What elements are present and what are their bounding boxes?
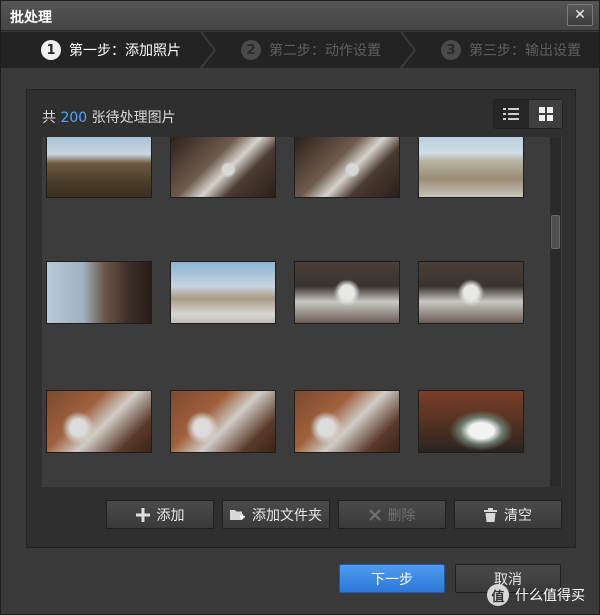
photo-thumbnail[interactable] bbox=[170, 390, 276, 453]
delete-button[interactable]: 删除 bbox=[338, 500, 446, 529]
step-wizard-bar: 1 第一步：添加照片 2 第二步：动作设置 3 第三步：输出设置 bbox=[1, 32, 599, 68]
grid-view-button[interactable] bbox=[528, 100, 562, 128]
add-folder-icon bbox=[230, 509, 245, 520]
add-folder-button-label: 添加文件夹 bbox=[252, 507, 322, 524]
scrollbar-thumb[interactable] bbox=[551, 215, 560, 249]
photo-thumbnail[interactable] bbox=[418, 137, 524, 198]
watermark: 值 什么值得买 bbox=[487, 584, 585, 606]
thumbnail-scrollbar[interactable] bbox=[550, 137, 561, 487]
grid-view-icon bbox=[538, 107, 553, 121]
add-button[interactable]: 添加 bbox=[106, 500, 214, 529]
photo-thumbnail[interactable] bbox=[46, 261, 152, 324]
list-view-icon bbox=[503, 108, 519, 120]
next-step-button[interactable]: 下一步 bbox=[339, 564, 445, 593]
pending-count-text: 共 200 张待处理图片 bbox=[42, 107, 176, 127]
photo-thumbnail[interactable] bbox=[46, 390, 152, 453]
step-3-number: 3 bbox=[441, 40, 461, 60]
step-separator-chevron-icon bbox=[400, 32, 417, 68]
photo-thumbnail[interactable] bbox=[418, 261, 524, 324]
step-separator-chevron-icon bbox=[200, 32, 217, 68]
photo-thumbnail[interactable] bbox=[294, 261, 400, 324]
list-view-button[interactable] bbox=[494, 100, 528, 128]
step-2-number: 2 bbox=[241, 40, 261, 60]
add-button-label: 添加 bbox=[156, 507, 185, 524]
photo-thumbnail[interactable] bbox=[418, 390, 524, 453]
photo-thumbnail[interactable] bbox=[294, 390, 400, 453]
count-prefix: 共 bbox=[42, 110, 56, 126]
clear-button-label: 清空 bbox=[504, 507, 532, 524]
window-title: 批处理 bbox=[10, 10, 52, 26]
delete-x-icon bbox=[368, 508, 381, 521]
step-3-output-settings[interactable]: 3 第三步：输出设置 bbox=[441, 32, 581, 68]
clear-button[interactable]: 清空 bbox=[454, 500, 562, 529]
title-bar[interactable]: 批处理 ✕ bbox=[1, 1, 599, 31]
photo-thumbnail[interactable] bbox=[294, 137, 400, 198]
close-button[interactable]: ✕ bbox=[567, 4, 593, 26]
photo-thumbnail[interactable] bbox=[46, 137, 152, 198]
watermark-logo: 值 bbox=[487, 584, 509, 606]
count-suffix: 张待处理图片 bbox=[91, 110, 176, 126]
photo-thumbnail[interactable] bbox=[170, 261, 276, 324]
view-mode-toggle bbox=[493, 99, 563, 129]
photo-list-panel: 共 200 张待处理图片 bbox=[26, 89, 576, 548]
delete-button-label: 删除 bbox=[387, 507, 416, 524]
step-1-number: 1 bbox=[41, 40, 61, 60]
trash-icon bbox=[484, 507, 497, 522]
add-folder-button[interactable]: 添加文件夹 bbox=[222, 500, 330, 529]
step-3-label: 第三步：输出设置 bbox=[469, 43, 581, 59]
batch-process-window: 批处理 ✕ 1 第一步：添加照片 2 第二步：动作设置 3 第三步：输出设置 共… bbox=[0, 0, 600, 615]
watermark-text: 什么值得买 bbox=[515, 588, 585, 604]
step-1-add-photos[interactable]: 1 第一步：添加照片 bbox=[41, 32, 181, 68]
step-2-action-settings[interactable]: 2 第二步：动作设置 bbox=[241, 32, 381, 68]
pending-count: 200 bbox=[60, 110, 88, 126]
plus-icon bbox=[135, 507, 150, 522]
next-step-label: 下一步 bbox=[371, 571, 413, 588]
photo-thumbnail[interactable] bbox=[170, 137, 276, 198]
step-1-label: 第一步：添加照片 bbox=[69, 43, 181, 59]
thumbnail-grid bbox=[42, 137, 562, 487]
step-2-label: 第二步：动作设置 bbox=[269, 43, 381, 59]
